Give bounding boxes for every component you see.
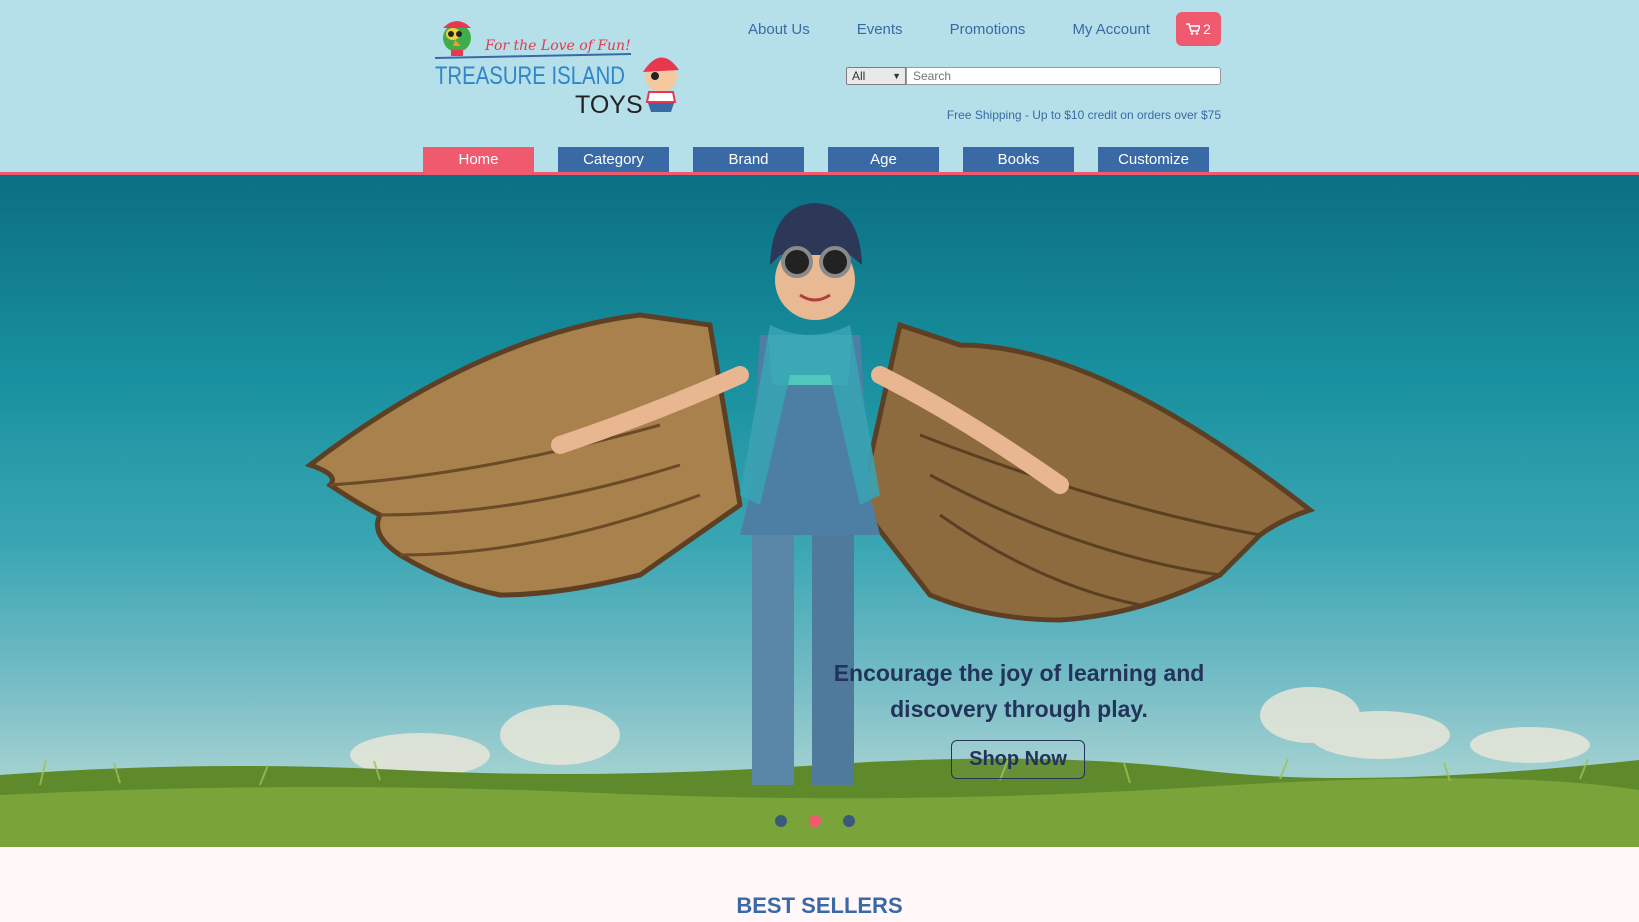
brand-tagline: For the Love of Fun! <box>484 38 631 54</box>
site-header: For the Love of Fun! TREASURE ISLAND TOY… <box>0 0 1639 172</box>
nav-books[interactable]: Books <box>963 147 1074 172</box>
carousel-dot-2[interactable] <box>809 815 821 827</box>
cart-button[interactable]: 2 <box>1176 12 1221 46</box>
nav-home[interactable]: Home <box>423 147 534 172</box>
shop-now-button[interactable]: Shop Now <box>951 740 1085 779</box>
brand-name-line1: TREASURE ISLAND <box>435 62 625 90</box>
search-category-value: All <box>852 69 866 83</box>
main-nav: Home Category Brand Age Books Customize <box>423 147 1209 172</box>
nav-customize[interactable]: Customize <box>1098 147 1209 172</box>
cart-icon <box>1186 23 1201 35</box>
hero-image <box>0 203 1639 847</box>
parrot-icon <box>443 21 471 56</box>
pirate-icon <box>643 57 679 112</box>
hero-headline: Encourage the joy of learning and discov… <box>833 660 1205 722</box>
search-input[interactable] <box>906 67 1221 85</box>
chevron-down-icon: ▼ <box>892 71 901 81</box>
search-bar: All ▼ <box>846 67 1221 85</box>
shipping-notice: Free Shipping - Up to $10 credit on orde… <box>946 108 1221 122</box>
brand-name-line2: TOYS <box>575 91 643 118</box>
carousel-dot-3[interactable] <box>843 815 855 827</box>
link-promotions[interactable]: Promotions <box>950 21 1026 38</box>
site-logo[interactable]: For the Love of Fun! TREASURE ISLAND TOY… <box>435 16 690 118</box>
hero-carousel: Encourage the joy of learning and discov… <box>0 175 1639 847</box>
nav-brand[interactable]: Brand <box>693 147 804 172</box>
carousel-indicators <box>775 815 855 827</box>
carousel-dot-1[interactable] <box>775 815 787 827</box>
best-sellers-heading: BEST SELLERS <box>736 893 903 918</box>
nav-category[interactable]: Category <box>558 147 669 172</box>
top-links: About Us Events Promotions My Account <box>748 14 1150 44</box>
link-my-account[interactable]: My Account <box>1072 21 1150 38</box>
link-about-us[interactable]: About Us <box>748 21 810 38</box>
link-events[interactable]: Events <box>857 21 903 38</box>
nav-age[interactable]: Age <box>828 147 939 172</box>
cart-count: 2 <box>1203 21 1211 37</box>
search-category-select[interactable]: All ▼ <box>846 67 906 85</box>
